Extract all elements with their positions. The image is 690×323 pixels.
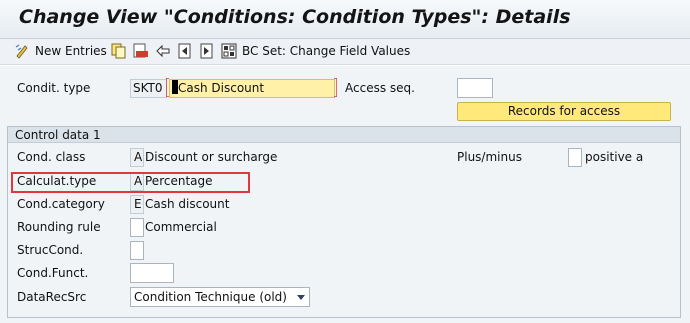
cond-category-text: Cash discount: [145, 197, 230, 211]
group-title: Control data 1: [8, 127, 680, 143]
new-entries-label: New Entries: [35, 44, 107, 58]
rounding-rule-label: Rounding rule: [17, 220, 101, 234]
access-seq-label: Access seq.: [345, 81, 415, 95]
bc-set-icon: [221, 43, 237, 59]
copy-icon: [111, 43, 127, 59]
plus-minus-label: Plus/minus: [457, 150, 522, 164]
title-bar: Change View "Conditions: Condition Types…: [0, 0, 690, 39]
new-entries-icon: [14, 43, 30, 59]
access-seq-field[interactable]: [457, 78, 493, 98]
cond-class-field[interactable]: A: [130, 148, 144, 167]
required-field-bracket: [166, 78, 169, 97]
condition-type-label: Condit. type: [17, 81, 91, 95]
bc-set-button[interactable]: BC Set: Change Field Values: [221, 42, 410, 60]
highlight-box: [11, 172, 250, 193]
plus-minus-field[interactable]: [568, 148, 582, 167]
struc-cond-label: StrucCond.: [17, 243, 84, 257]
cond-funct-label: Cond.Funct.: [17, 266, 89, 280]
cond-class-label: Cond. class: [17, 150, 86, 164]
cond-category-field[interactable]: E: [130, 195, 144, 214]
undo-button[interactable]: [155, 42, 171, 60]
cond-funct-field[interactable]: [130, 263, 174, 283]
chevron-down-icon[interactable]: [297, 295, 305, 300]
records-for-access-button[interactable]: Records for access: [457, 102, 671, 121]
page-title: Change View "Conditions: Condition Types…: [19, 6, 571, 28]
undo-icon: [155, 43, 171, 59]
cond-class-text: Discount or surcharge: [145, 150, 278, 164]
next-entry-button[interactable]: [199, 42, 215, 60]
new-entries-button[interactable]: New Entries: [14, 42, 107, 60]
cond-category-label: Cond.category: [17, 197, 105, 211]
condition-type-name-text: Cash Discount: [178, 81, 265, 95]
data-rec-src-dropdown[interactable]: Condition Technique (old): [130, 287, 310, 307]
previous-entry-button[interactable]: [177, 42, 193, 60]
application-toolbar: New Entries BC Set: Change Field Values: [0, 39, 690, 65]
rounding-rule-text: Commercial: [145, 220, 217, 234]
previous-entry-icon: [177, 43, 193, 59]
copy-button[interactable]: [111, 42, 127, 60]
data-rec-src-label: DataRecSrc: [17, 290, 87, 304]
next-entry-icon: [199, 43, 215, 59]
plus-minus-text: positive a: [585, 150, 644, 164]
required-field-bracket: [334, 78, 337, 97]
condition-type-name-field[interactable]: Cash Discount: [169, 79, 335, 98]
data-rec-src-value: Condition Technique (old): [134, 290, 287, 304]
delete-button[interactable]: [133, 42, 149, 60]
rounding-rule-field[interactable]: [130, 218, 144, 237]
delete-icon: [133, 43, 149, 59]
bc-set-label: BC Set: Change Field Values: [242, 44, 411, 58]
struc-cond-field[interactable]: [130, 241, 144, 260]
condition-type-field[interactable]: SKT0: [130, 79, 167, 98]
